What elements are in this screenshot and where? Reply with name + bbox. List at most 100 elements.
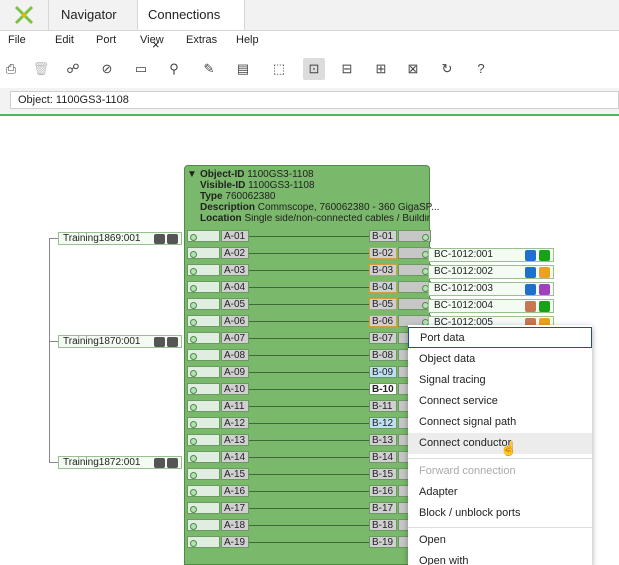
tab-navigator[interactable]: Navigator [48, 0, 138, 30]
port-a[interactable]: A-17 [221, 502, 249, 514]
port-b[interactable]: B-16 [369, 485, 397, 497]
object-field[interactable]: Object: 1100GS3-1108 [10, 91, 619, 109]
menu-item-port-data[interactable]: Port data [408, 327, 592, 348]
port-b[interactable]: B-08 [369, 349, 397, 361]
port-left-bar[interactable] [187, 519, 220, 531]
port-b[interactable]: B-13 [369, 434, 397, 446]
port-a[interactable]: A-06 [221, 315, 249, 327]
menu-item-block-unblock-ports[interactable]: Block / unblock ports [408, 503, 592, 524]
menu-item-object-data[interactable]: Object data [408, 349, 592, 370]
port-a[interactable]: A-16 [221, 485, 249, 497]
port-a[interactable]: A-14 [221, 451, 249, 463]
menu-item-open[interactable]: Open [408, 530, 592, 551]
menu-extras[interactable]: Extras [186, 34, 217, 46]
delete-icon[interactable]: 🗑 [30, 58, 52, 80]
port-left-bar[interactable] [187, 417, 220, 429]
port-right-bar[interactable] [398, 281, 431, 293]
port-b[interactable]: B-01 [369, 230, 397, 242]
port-left-bar[interactable] [187, 468, 220, 480]
port-a[interactable]: A-18 [221, 519, 249, 531]
edit-line-icon[interactable]: ✎ [198, 58, 220, 80]
port-left-bar[interactable] [187, 230, 220, 242]
port-a[interactable]: A-11 [221, 400, 249, 412]
port-left-bar[interactable] [187, 366, 220, 378]
port-a[interactable]: A-01 [221, 230, 249, 242]
port-b[interactable]: B-14 [369, 451, 397, 463]
port-left-bar[interactable] [187, 315, 220, 327]
port-left-bar[interactable] [187, 349, 220, 361]
port-left-bar[interactable] [187, 502, 220, 514]
port-left-bar[interactable] [187, 536, 220, 548]
port-left-bar[interactable] [187, 434, 220, 446]
bc-cable[interactable]: BC-1012:004 [428, 299, 554, 313]
training-cable[interactable]: Training1869:001 [58, 232, 182, 245]
training-cable[interactable]: Training1870:001 [58, 335, 182, 348]
menu-item-connect-signal-path[interactable]: Connect signal path [408, 412, 592, 433]
menu-item-connect-service[interactable]: Connect service [408, 391, 592, 412]
port-right-bar[interactable] [398, 264, 431, 276]
menu-port[interactable]: Port [96, 34, 116, 46]
connector-icon[interactable]: ▭ [130, 58, 152, 80]
port-b[interactable]: B-18 [369, 519, 397, 531]
port-a[interactable]: A-15 [221, 468, 249, 480]
port-a[interactable]: A-10 [221, 383, 249, 395]
port-b[interactable]: B-02 [369, 247, 397, 259]
port-b[interactable]: B-05 [369, 298, 397, 310]
port-left-bar[interactable] [187, 298, 220, 310]
search-link-icon[interactable]: ⚲ [163, 58, 185, 80]
port-right-bar[interactable] [398, 230, 431, 242]
menu-item-signal-tracing[interactable]: Signal tracing [408, 370, 592, 391]
port-right-bar[interactable] [398, 247, 431, 259]
menu-view[interactable]: View [140, 34, 164, 46]
bc-cable[interactable]: BC-1012:002 [428, 265, 554, 279]
port-a[interactable]: A-07 [221, 332, 249, 344]
port-a[interactable]: A-08 [221, 349, 249, 361]
port-b[interactable]: B-15 [369, 468, 397, 480]
port-left-bar[interactable] [187, 383, 220, 395]
port-left-bar[interactable] [187, 400, 220, 412]
device-arrow-icon[interactable]: ⊞ [370, 58, 392, 80]
port-a[interactable]: A-13 [221, 434, 249, 446]
help-icon[interactable]: ? [470, 58, 492, 80]
port-left-bar[interactable] [187, 281, 220, 293]
clipboard-icon[interactable]: ▤ [232, 58, 254, 80]
collapse-icon[interactable]: ▼ [187, 170, 197, 180]
port-left-bar[interactable] [187, 451, 220, 463]
port-left-bar[interactable] [187, 485, 220, 497]
menu-item-open-with[interactable]: Open with [408, 551, 592, 565]
network-icon[interactable]: ☍ [62, 58, 84, 80]
device-icon[interactable]: ⊡ [303, 58, 325, 80]
port-b[interactable]: B-04 [369, 281, 397, 293]
cable-select-icon[interactable]: ⬚ [268, 58, 290, 80]
port-a[interactable]: A-04 [221, 281, 249, 293]
menu-file[interactable]: File [8, 34, 26, 46]
training-cable[interactable]: Training1872:001 [58, 456, 182, 469]
bc-cable[interactable]: BC-1012:001 [428, 248, 554, 262]
port-b[interactable]: B-17 [369, 502, 397, 514]
port-left-bar[interactable] [187, 247, 220, 259]
port-left-bar[interactable] [187, 332, 220, 344]
refresh-icon[interactable]: ↻ [436, 58, 458, 80]
port-b[interactable]: B-09 [369, 366, 397, 378]
port-a[interactable]: A-12 [221, 417, 249, 429]
port-a[interactable]: A-09 [221, 366, 249, 378]
bc-cable[interactable]: BC-1012:003 [428, 282, 554, 296]
port-b[interactable]: B-11 [369, 400, 397, 412]
menu-edit[interactable]: Edit [55, 34, 74, 46]
port-a[interactable]: A-03 [221, 264, 249, 276]
port-a[interactable]: A-19 [221, 536, 249, 548]
device-node-icon[interactable]: ⊠ [402, 58, 424, 80]
port-b[interactable]: B-03 [369, 264, 397, 276]
port-b[interactable]: B-10 [369, 383, 397, 395]
port-right-bar[interactable] [398, 298, 431, 310]
port-b[interactable]: B-07 [369, 332, 397, 344]
device-export-icon[interactable]: ⊟ [336, 58, 358, 80]
port-a[interactable]: A-02 [221, 247, 249, 259]
menu-help[interactable]: Help [236, 34, 259, 46]
port-b[interactable]: B-19 [369, 536, 397, 548]
print-icon[interactable]: ⎙ [0, 58, 22, 80]
port-a[interactable]: A-05 [221, 298, 249, 310]
port-b[interactable]: B-12 [369, 417, 397, 429]
tab-connections[interactable]: Connections × [137, 0, 245, 52]
menu-item-adapter[interactable]: Adapter [408, 482, 592, 503]
